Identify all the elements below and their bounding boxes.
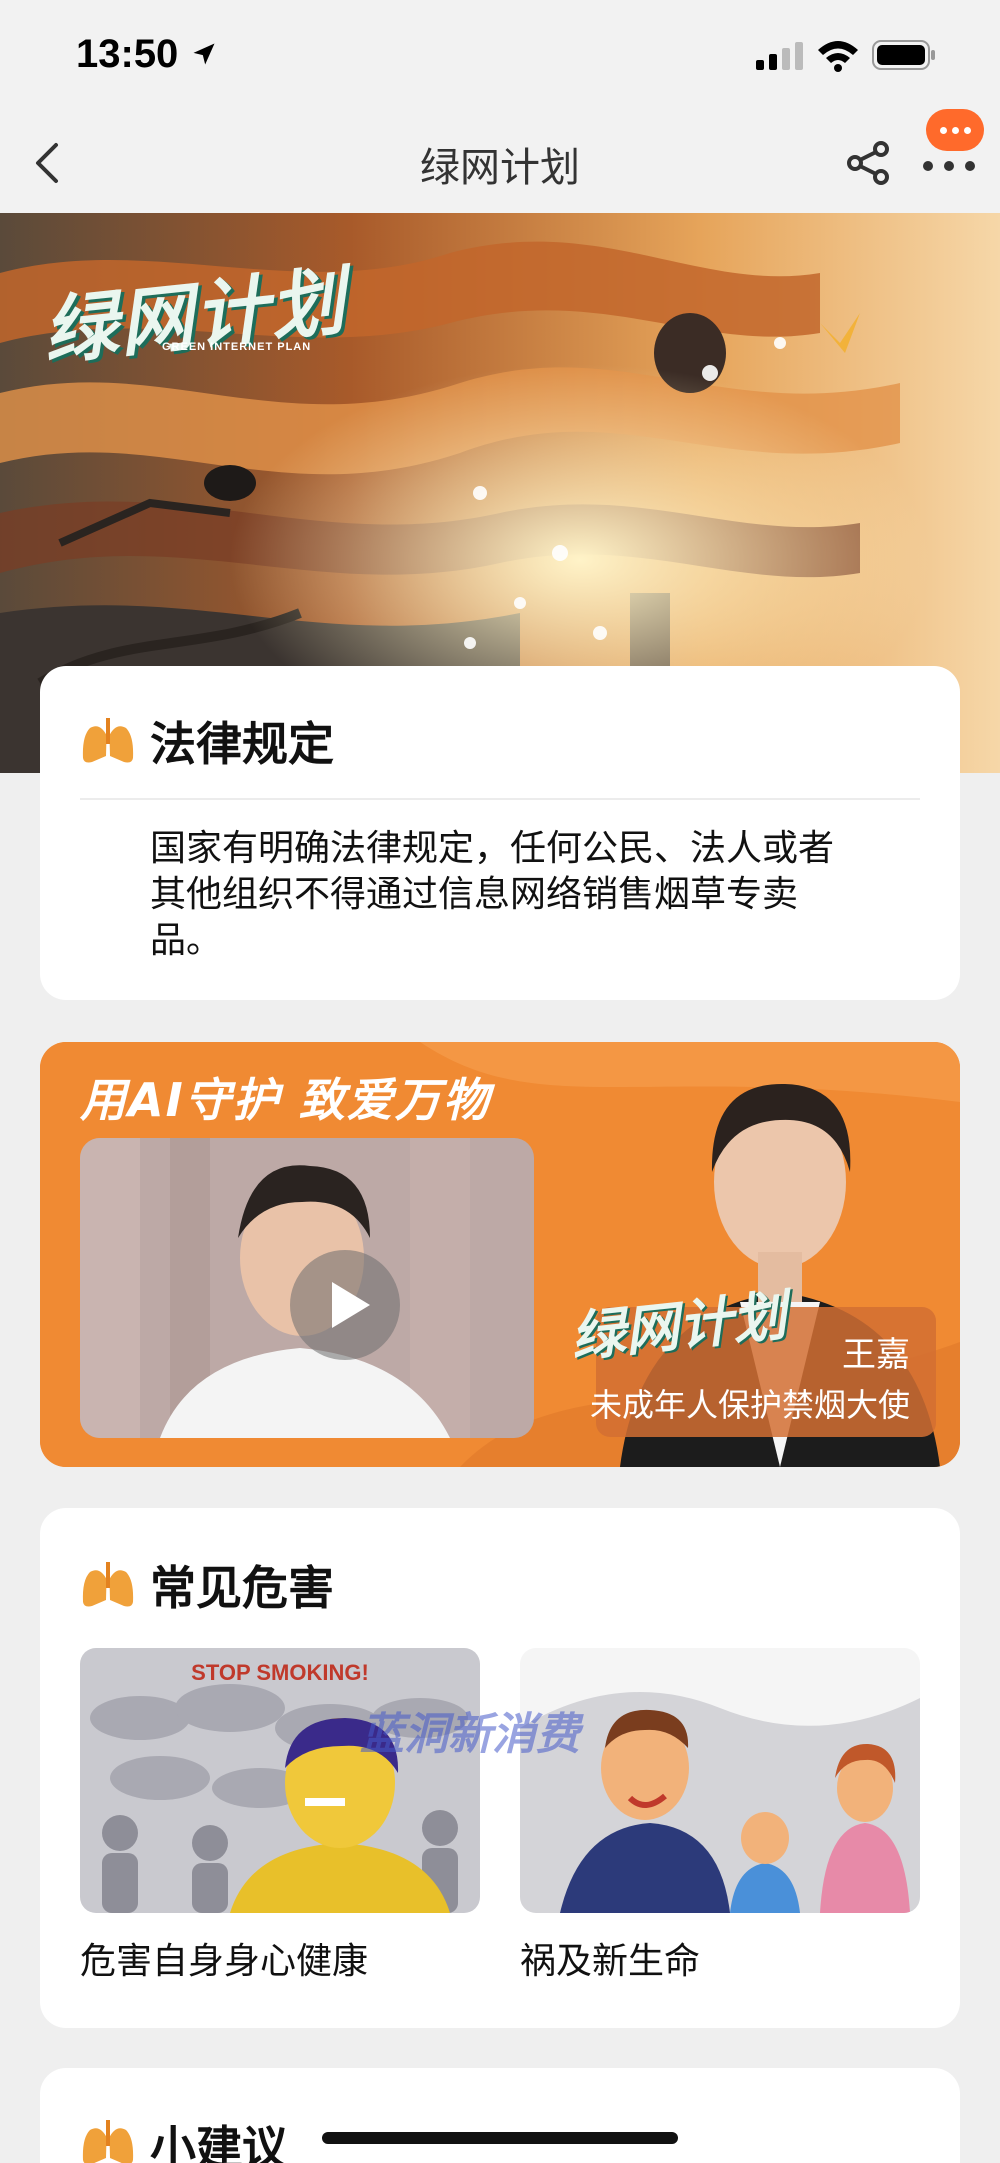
- promo-video[interactable]: [80, 1138, 534, 1438]
- lung-icon: [82, 1562, 134, 1607]
- hazard-image-self: [80, 1648, 480, 1913]
- location-arrow-icon: [193, 43, 215, 65]
- hazard-item-self[interactable]: STOP SMOKING!: [80, 1648, 480, 1913]
- law-body: 国家有明确法律规定，任何公民、法人或者其他组织不得通过信息网络销售烟草专卖品。: [150, 828, 835, 961]
- advice-title: 小建议: [150, 2121, 288, 2163]
- hazards-title: 常见危害: [150, 1561, 334, 1615]
- hazards-card: 常见危害 STOP SMOKING! 危害自身身心健康 祸及新生命 蓝洞新消费: [40, 1508, 960, 2028]
- play-button[interactable]: [290, 1250, 400, 1360]
- wifi-icon: [818, 41, 858, 72]
- play-icon: [332, 1282, 370, 1328]
- lung-icon: [82, 2120, 134, 2163]
- promo-banner[interactable]: 用AI守护 致爱万物 绿网计划 王嘉 未成年人保护禁烟大使: [40, 1042, 960, 1467]
- status-time: 13:50: [76, 32, 179, 76]
- law-card: 法律规定 国家有明确法律规定，任何公民、法人或者其他组织不得通过信息网络销售烟草…: [40, 666, 960, 1000]
- hazard-label-self[interactable]: 危害自身身心健康: [80, 1932, 368, 1984]
- hazard-label-newborn[interactable]: 祸及新生命: [520, 1932, 700, 1984]
- ambassador-role: 未成年人保护禁烟大使: [589, 1386, 910, 1424]
- hazard-item-newborn[interactable]: [520, 1648, 920, 1913]
- signal-icon: [756, 42, 803, 70]
- lung-icon: [82, 718, 134, 763]
- divider: [80, 798, 920, 800]
- nav-bar: 绿网计划: [0, 109, 1000, 213]
- hazard-image-newborn: [520, 1648, 920, 1913]
- battery-icon: [872, 40, 935, 70]
- share-icon[interactable]: [843, 137, 895, 189]
- promo-slogan: 用AI守护 致爱万物: [80, 1073, 491, 1127]
- ambassador-name: 王嘉: [842, 1335, 910, 1375]
- banner-logo-subtitle: GREEN INTERNET PLAN: [162, 341, 312, 353]
- home-indicator[interactable]: [322, 2132, 678, 2144]
- hazard-image-caption: STOP SMOKING!: [191, 1660, 369, 1685]
- advice-card: 小建议: [40, 2068, 960, 2163]
- notification-badge: [926, 109, 984, 151]
- watermark-text: 蓝洞新消费: [360, 1709, 580, 1760]
- status-bar: 13:50: [0, 0, 1000, 115]
- law-title: 法律规定: [150, 717, 334, 771]
- more-icon: [923, 161, 975, 171]
